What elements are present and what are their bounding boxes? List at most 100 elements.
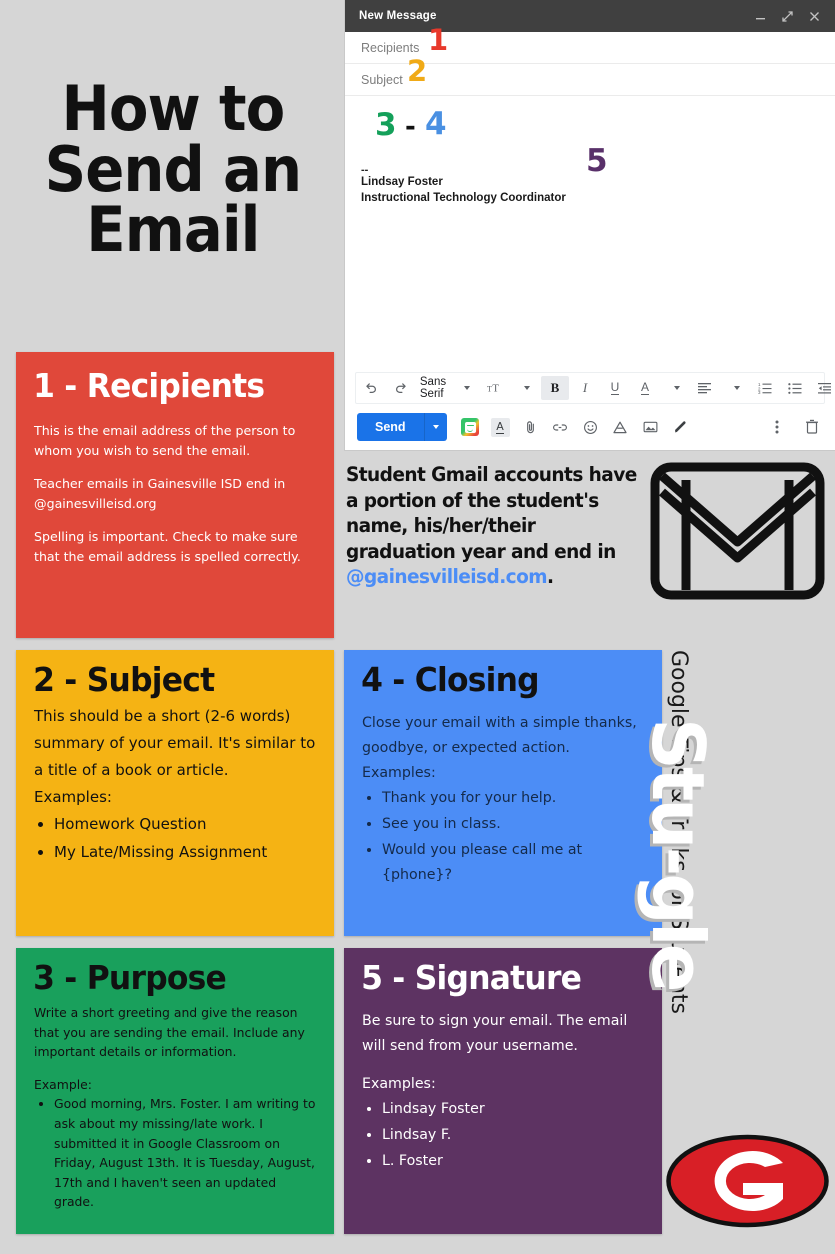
- card-subject-para-1: This should be a short (2-6 words) summa…: [34, 707, 316, 779]
- font-family-chevron-down-icon[interactable]: [451, 376, 479, 400]
- card-subject-body: This should be a short (2-6 words) summa…: [16, 699, 334, 866]
- text-color-icon[interactable]: A: [631, 376, 659, 400]
- card-subject-bullets: Homework Question My Late/Missing Assign…: [34, 811, 320, 866]
- list-item: Would you please call me at {phone}?: [382, 838, 648, 888]
- card-recipients-para-3: Spelling is important. Check to make sur…: [34, 529, 301, 564]
- brand-wordmark: Stu-gle: [636, 718, 720, 990]
- marker-2: 2: [407, 54, 428, 88]
- insert-photo-icon[interactable]: [641, 418, 660, 437]
- card-purpose-para-2: Example:: [34, 1076, 92, 1092]
- font-size-icon[interactable]: TT: [481, 376, 509, 400]
- send-button[interactable]: Send: [357, 413, 424, 441]
- send-options-chevron-down-icon[interactable]: [423, 413, 447, 441]
- card-purpose-heading: 3 - Purpose: [33, 958, 227, 997]
- undo-icon[interactable]: [357, 376, 385, 400]
- card-recipients: 1 - Recipients This is the email address…: [16, 352, 334, 638]
- card-purpose-para-1: Write a short greeting and give the reas…: [34, 1005, 305, 1060]
- card-signature: 5 - Signature Be sure to sign your email…: [344, 948, 662, 1234]
- expand-icon[interactable]: [781, 10, 794, 23]
- underline-button[interactable]: U: [601, 376, 629, 400]
- list-item: Good morning, Mrs. Foster. I am writing …: [54, 1094, 320, 1212]
- card-signature-bullets: Lindsay Foster Lindsay F. L. Foster: [362, 1097, 648, 1174]
- svg-text:3: 3: [758, 390, 761, 394]
- marker-4: 4: [425, 106, 447, 142]
- recipients-placeholder: Recipients: [361, 40, 420, 55]
- card-closing-bullets: Thank you for your help. See you in clas…: [362, 786, 648, 888]
- insert-signature-icon[interactable]: [671, 418, 690, 437]
- card-recipients-para-2: Teacher emails in Gainesville ISD end in…: [34, 476, 286, 511]
- page-title: How to Send an Email: [0, 0, 345, 340]
- compose-header: New Message: [345, 0, 835, 32]
- insert-drive-icon[interactable]: [611, 418, 630, 437]
- message-body[interactable]: 3 - 4 5 -- Lindsay Foster Instructional …: [345, 96, 835, 372]
- student-accounts-note: Student Gmail accounts have a portion of…: [346, 462, 641, 590]
- more-options-icon[interactable]: [767, 418, 786, 437]
- list-item: My Late/Missing Assignment: [54, 839, 320, 866]
- minimize-icon[interactable]: [754, 10, 767, 23]
- gmail-compose-window: New Message Recipients 1 Subject 2 3 - 4…: [345, 0, 835, 450]
- card-purpose-bullets: Good morning, Mrs. Foster. I am writing …: [34, 1094, 320, 1212]
- align-icon[interactable]: [691, 376, 719, 400]
- card-subject: 2 - Subject This should be a short (2-6 …: [16, 650, 334, 936]
- student-note-period: .: [546, 565, 554, 588]
- card-signature-body: Be sure to sign your email. The email wi…: [344, 997, 662, 1174]
- card-closing: 4 - Closing Close your email with a simp…: [344, 650, 662, 936]
- card-subject-para-2: Examples:: [34, 788, 112, 806]
- card-closing-body: Close your email with a simple thanks, g…: [344, 699, 662, 888]
- bitmoji-icon[interactable]: [461, 418, 480, 437]
- italic-button[interactable]: I: [571, 376, 599, 400]
- subject-placeholder: Subject: [361, 72, 403, 87]
- student-note-domain: @gainesvilleisd.com: [346, 565, 548, 588]
- list-item: Lindsay Foster: [382, 1097, 648, 1122]
- card-recipients-para-1: This is the email address of the person …: [34, 423, 296, 458]
- text-color-chevron-down-icon[interactable]: [661, 376, 689, 400]
- card-subject-heading: 2 - Subject: [33, 660, 215, 699]
- font-family-selector[interactable]: Sans Serif: [417, 376, 449, 400]
- numbered-list-icon[interactable]: 123: [751, 376, 779, 400]
- align-chevron-down-icon[interactable]: [721, 376, 749, 400]
- card-purpose-body: Write a short greeting and give the reas…: [16, 997, 334, 1212]
- card-closing-para-1: Close your email with a simple thanks, g…: [362, 715, 637, 756]
- signature-role: Instructional Technology Coordinator: [361, 192, 566, 204]
- insert-emoji-icon[interactable]: [581, 418, 600, 437]
- card-recipients-body: This is the email address of the person …: [16, 405, 334, 567]
- attach-file-icon[interactable]: [521, 418, 540, 437]
- marker-1: 1: [428, 23, 449, 57]
- formatting-options-icon[interactable]: A: [490, 417, 510, 437]
- formatting-toolbar: Sans Serif TT B I U A 123: [355, 372, 831, 404]
- bold-button[interactable]: B: [541, 376, 569, 400]
- font-size-chevron-down-icon[interactable]: [511, 376, 539, 400]
- infographic-page: How to Send an Email New Message Recipie…: [0, 0, 835, 1254]
- svg-text:T: T: [487, 385, 492, 394]
- school-logo: [665, 1133, 830, 1229]
- redo-icon[interactable]: [387, 376, 415, 400]
- marker-5: 5: [586, 143, 608, 179]
- bulleted-list-icon[interactable]: [781, 376, 809, 400]
- svg-text:T: T: [492, 384, 499, 395]
- bold-label: B: [550, 380, 560, 395]
- list-item: Lindsay F.: [382, 1123, 648, 1148]
- list-item: L. Foster: [382, 1149, 648, 1174]
- card-recipients-heading: 1 - Recipients: [33, 366, 265, 405]
- title-line-2: Send an: [44, 132, 301, 206]
- envelope-icon: [650, 462, 825, 600]
- marker-3: 3: [375, 107, 397, 143]
- list-item: See you in class.: [382, 812, 648, 837]
- compose-window-title: New Message: [359, 10, 437, 22]
- student-note-text: Student Gmail accounts have a portion of…: [346, 463, 637, 563]
- indent-icon[interactable]: [811, 376, 835, 400]
- card-signature-heading: 5 - Signature: [361, 958, 582, 997]
- marker-dash: -: [405, 112, 416, 142]
- card-closing-para-2: Examples:: [362, 765, 436, 781]
- card-signature-para-1: Be sure to sign your email. The email wi…: [362, 1013, 628, 1054]
- trash-icon[interactable]: [802, 418, 821, 437]
- subject-field[interactable]: Subject 2: [345, 57, 835, 96]
- card-purpose: 3 - Purpose Write a short greeting and g…: [16, 948, 334, 1234]
- close-icon[interactable]: [808, 10, 821, 23]
- italic-label: I: [582, 380, 588, 395]
- send-toolbar: Send A: [345, 404, 835, 450]
- insert-link-icon[interactable]: [551, 418, 570, 437]
- card-closing-heading: 4 - Closing: [361, 660, 540, 699]
- card-signature-para-2: Examples:: [362, 1076, 436, 1092]
- list-item: Thank you for your help.: [382, 786, 648, 811]
